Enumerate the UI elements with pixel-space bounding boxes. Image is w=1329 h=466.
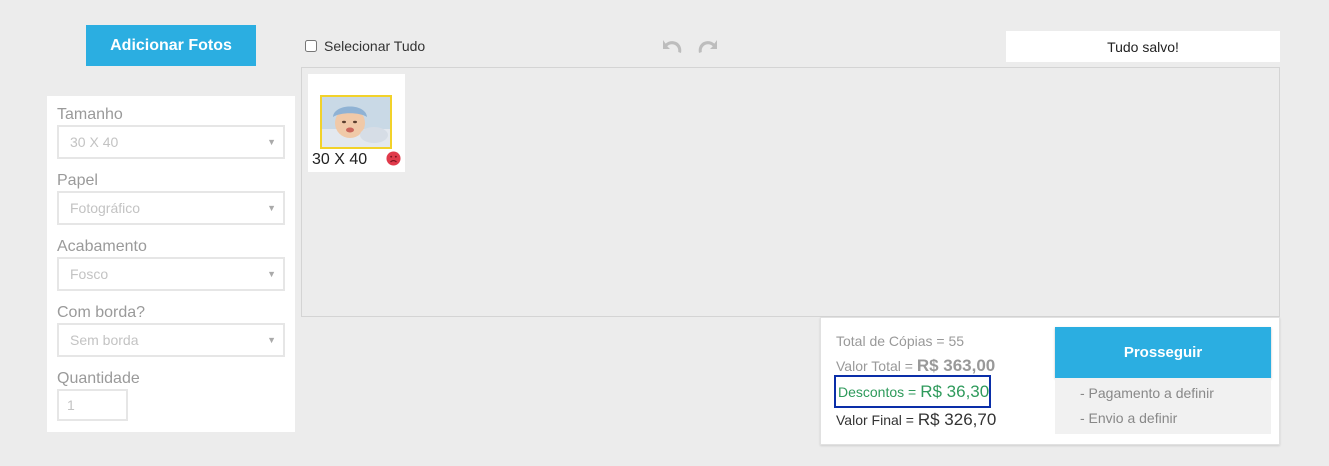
- redo-arrow-icon[interactable]: [697, 36, 719, 56]
- size-label: Tamanho: [57, 106, 123, 123]
- options-panel: Tamanho 30 X 40 ▼ Papel Fotográfico ▼ Ac…: [47, 96, 295, 432]
- order-summary: Total de Cópias = 55 Valor Total = R$ 36…: [820, 317, 1280, 445]
- select-all-input[interactable]: [305, 40, 317, 52]
- total-copies: Total de Cópias = 55: [836, 333, 965, 349]
- border-label: Com borda?: [57, 304, 146, 321]
- quantity-input[interactable]: 1: [57, 389, 128, 421]
- paper-label: Papel: [57, 172, 98, 189]
- border-select[interactable]: Sem borda ▼: [57, 323, 285, 357]
- paper-select-value: Fotográfico: [70, 200, 141, 216]
- select-all-checkbox[interactable]: Selecionar Tudo: [305, 38, 425, 54]
- select-all-label: Selecionar Tudo: [324, 38, 426, 54]
- chevron-down-icon: ▼: [267, 269, 276, 279]
- quantity-label: Quantidade: [57, 370, 140, 387]
- baby-photo-image: [322, 97, 390, 147]
- size-select[interactable]: 30 X 40 ▼: [57, 125, 285, 159]
- photo-area: 30 X 40: [301, 67, 1280, 317]
- discount-row: Descontos = R$ 36,30: [834, 375, 991, 408]
- add-photos-button[interactable]: Adicionar Fotos: [86, 25, 256, 66]
- total-value: R$ 363,00: [916, 356, 996, 375]
- size-select-value: 30 X 40: [70, 134, 119, 150]
- chevron-down-icon: ▼: [267, 137, 276, 147]
- total-value-label: Valor Total =: [836, 358, 913, 374]
- discount-label: Descontos =: [838, 383, 917, 400]
- quantity-value: 1: [67, 397, 75, 413]
- save-status: Tudo salvo!: [1006, 31, 1280, 62]
- final-value-row: Valor Final = R$ 326,70: [836, 410, 996, 430]
- border-select-value: Sem borda: [70, 332, 139, 348]
- final-value-label: Valor Final =: [836, 412, 914, 428]
- proceed-button[interactable]: Prosseguir: [1055, 327, 1271, 378]
- sad-face-icon: [386, 151, 401, 166]
- discount-value: R$ 36,30: [920, 381, 990, 401]
- photo-size-label: 30 X 40: [312, 151, 368, 168]
- paper-select[interactable]: Fotográfico ▼: [57, 191, 285, 225]
- finish-select-value: Fosco: [70, 266, 109, 282]
- shipping-status: - Envio a definir: [1080, 410, 1178, 426]
- chevron-down-icon: ▼: [267, 203, 276, 213]
- finish-select[interactable]: Fosco ▼: [57, 257, 285, 291]
- chevron-down-icon: ▼: [267, 335, 276, 345]
- undo-arrow-icon[interactable]: [661, 36, 683, 56]
- photo-card[interactable]: 30 X 40: [308, 74, 405, 172]
- payment-status-box: - Pagamento a definir - Envio a definir: [1055, 378, 1271, 434]
- finish-label: Acabamento: [57, 238, 147, 255]
- payment-status: - Pagamento a definir: [1080, 385, 1214, 401]
- total-value-row: Valor Total = R$ 363,00: [836, 356, 995, 376]
- final-value: R$ 326,70: [917, 410, 997, 429]
- photo-thumbnail[interactable]: [320, 95, 392, 149]
